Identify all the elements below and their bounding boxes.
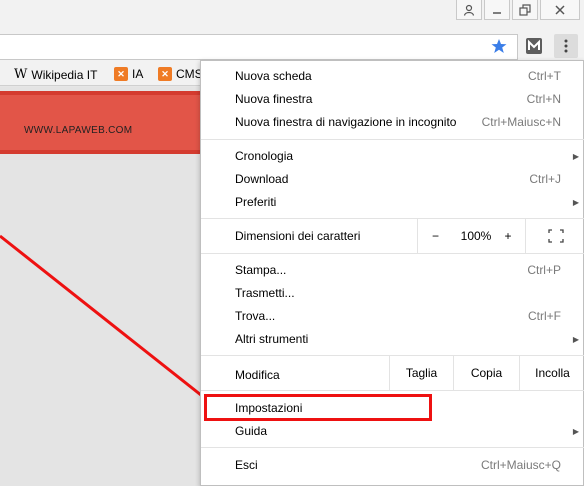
menu-item-cronologia[interactable]: Cronologia ▶ — [201, 145, 584, 167]
zoom-value: 100% — [453, 219, 499, 253]
menu-item-nuova-scheda[interactable]: Nuova scheda Ctrl+T — [201, 65, 584, 87]
menu-shortcut: Ctrl+N — [526, 92, 561, 106]
menu-separator — [201, 390, 584, 391]
menu-separator — [201, 139, 584, 140]
zoom-percent: 100% — [460, 229, 492, 243]
menu-item-trova[interactable]: Trova... Ctrl+F — [201, 305, 584, 327]
cut-button[interactable]: Taglia — [389, 356, 453, 390]
menu-item-trasmetti[interactable]: Trasmetti... — [201, 282, 584, 304]
menu-item-nuova-finestra[interactable]: Nuova finestra Ctrl+N — [201, 88, 584, 110]
paste-button[interactable]: Incolla — [519, 356, 584, 390]
menu-label: Download — [235, 172, 289, 186]
minus-icon: − — [431, 229, 439, 243]
menu-label: Altri strumenti — [235, 332, 309, 346]
menu-label: Trova... — [235, 309, 276, 323]
submenu-arrow-icon: ▶ — [572, 334, 579, 344]
menu-item-altri-strumenti[interactable]: Altri strumenti ▶ — [201, 328, 584, 350]
menu-label: Preferiti — [235, 195, 277, 209]
annotation-highlight-box — [204, 394, 432, 421]
menu-item-esci[interactable]: Esci Ctrl+Maiusc+Q — [201, 454, 584, 476]
menu-item-incognito[interactable]: Nuova finestra di navigazione in incogni… — [201, 111, 584, 133]
menu-label: Trasmetti... — [235, 286, 295, 300]
submenu-arrow-icon: ▶ — [572, 197, 579, 207]
copy-label: Copia — [470, 366, 503, 380]
menu-shortcut: Ctrl+T — [528, 69, 561, 83]
zoom-out-button[interactable]: − — [417, 219, 453, 253]
menu-item-download[interactable]: Download Ctrl+J — [201, 168, 584, 190]
chrome-menu: Nuova scheda Ctrl+T Nuova finestra Ctrl+… — [200, 60, 584, 486]
menu-label: Nuova finestra di navigazione in incogni… — [235, 115, 457, 129]
submenu-arrow-icon: ▶ — [572, 426, 579, 436]
paste-label: Incolla — [535, 366, 570, 380]
menu-label: Stampa... — [235, 263, 287, 277]
fullscreen-icon — [547, 229, 564, 243]
menu-shortcut: Ctrl+J — [529, 172, 561, 186]
menu-separator — [201, 253, 584, 254]
menu-shortcut: Ctrl+P — [527, 263, 561, 277]
menu-item-guida[interactable]: Guida ▶ — [201, 420, 584, 442]
menu-label: Esci — [235, 458, 258, 472]
menu-shortcut: Ctrl+F — [528, 309, 561, 323]
zoom-label: Dimensioni dei caratteri — [235, 229, 361, 243]
edit-row: Modifica Taglia Copia Incolla — [201, 356, 584, 390]
plus-icon: + — [504, 229, 512, 243]
copy-button[interactable]: Copia — [453, 356, 519, 390]
fullscreen-button[interactable] — [525, 219, 584, 253]
menu-label: Nuova scheda — [235, 69, 312, 83]
menu-shortcut: Ctrl+Maiusc+N — [481, 115, 561, 129]
zoom-row: Dimensioni dei caratteri − 100% + — [201, 219, 584, 253]
menu-item-preferiti[interactable]: Preferiti ▶ — [201, 191, 584, 213]
submenu-arrow-icon: ▶ — [572, 151, 579, 161]
cut-label: Taglia — [405, 366, 438, 380]
menu-separator — [201, 447, 584, 448]
edit-label: Modifica — [235, 368, 280, 382]
menu-item-stampa[interactable]: Stampa... Ctrl+P — [201, 259, 584, 281]
zoom-in-button[interactable]: + — [499, 219, 517, 253]
menu-label: Nuova finestra — [235, 92, 313, 106]
menu-label: Cronologia — [235, 149, 294, 163]
menu-shortcut: Ctrl+Maiusc+Q — [480, 458, 561, 472]
menu-label: Guida — [235, 424, 268, 438]
